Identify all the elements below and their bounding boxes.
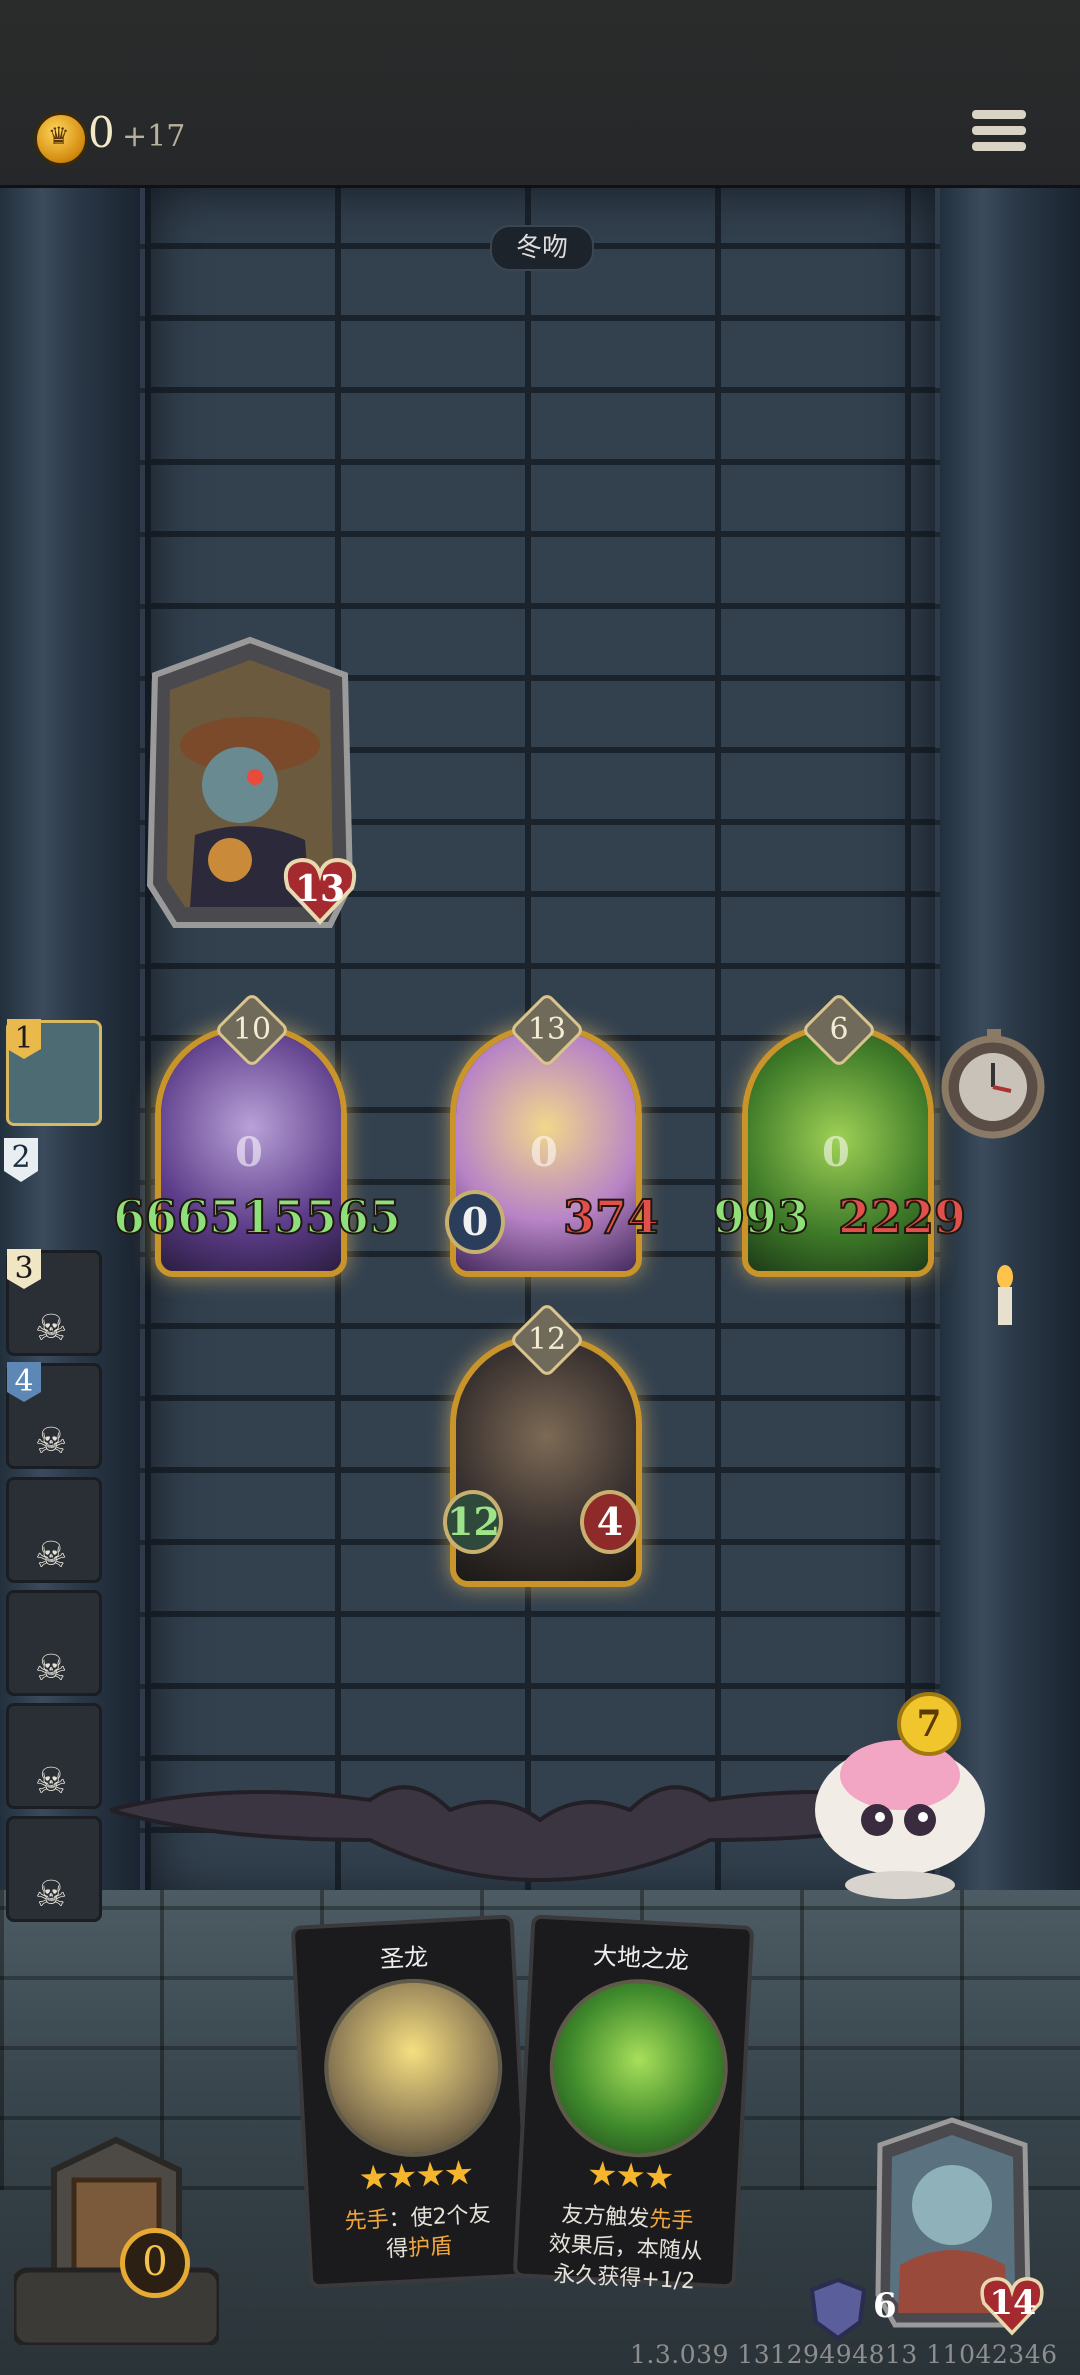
armor-value: 6 — [873, 2286, 897, 2326]
minion-tier: 12 — [527, 1322, 567, 1357]
leaderboard-slot[interactable]: 1 — [6, 1019, 102, 1126]
version-string: 1.3.039 13129494813 11042346 — [630, 2340, 1058, 2369]
gold-amount: 0 — [88, 108, 115, 157]
skull-icon: ☠ — [35, 1648, 68, 1689]
minion-health-badge: 4 — [580, 1490, 640, 1554]
minion-attack: 0 — [461, 1199, 489, 1244]
minion-shield-value: 0 — [235, 1129, 263, 1176]
top-bar — [0, 0, 1080, 188]
opponent-health-heart: 13 — [280, 850, 360, 930]
leaderboard-rank: 3 — [7, 1249, 41, 1289]
leaderboard-slot[interactable]: 3 ☠ — [6, 1249, 102, 1356]
leaderboard-slot[interactable]: ☠ — [6, 1703, 102, 1809]
skull-icon: ☠ — [35, 1308, 68, 1349]
card-name: 大地之龙 — [592, 1941, 690, 1975]
card-name: 圣龙 — [379, 1942, 429, 1974]
shop-card[interactable]: 大地之龙 ★★★ 友方触发先手 效果后，本随从 永久获得+1/2 — [512, 1914, 755, 2294]
minion-tier: 10 — [232, 1012, 272, 1047]
cupcake-mascot[interactable]: 7 — [805, 1690, 1005, 1900]
opponent-hero-portrait[interactable]: 13 — [135, 635, 365, 935]
leaderboard-slot[interactable]: ☠ — [6, 1816, 102, 1922]
skull-icon: ☠ — [35, 1761, 68, 1802]
card-art — [545, 1974, 733, 2162]
hamburger-menu-icon[interactable] — [972, 110, 1026, 156]
leaderboard-slot[interactable]: 4 ☠ — [6, 1362, 102, 1469]
treasure-chest-icon[interactable] — [11, 2130, 222, 2348]
mascot-badge: 7 — [897, 1692, 961, 1756]
card-description: 友方触发先手 效果后，本随从 永久获得+1/2 — [548, 2202, 704, 2295]
minion-attack-badge: 0 — [445, 1190, 505, 1254]
candle-right-icon — [990, 1265, 1020, 1325]
gold-income: +17 — [122, 119, 186, 154]
leaderboard-slot[interactable]: ☠ — [6, 1590, 102, 1696]
skull-icon: ☠ — [35, 1535, 68, 1576]
card-art — [319, 1974, 507, 2162]
minion-tier: 6 — [829, 1012, 849, 1047]
card-description: 先手：使2个友 得护盾 — [344, 2202, 492, 2263]
skull-icon: ☠ — [35, 1421, 68, 1462]
minion-attack: 12 — [447, 1499, 500, 1544]
crown-coin-icon — [34, 112, 88, 166]
leaderboard-rank-badge: 2 — [4, 1138, 38, 1182]
opponent-name: 冬吻 — [490, 225, 594, 271]
opponent-health: 13 — [294, 868, 346, 910]
minion-health: 2229 — [837, 1189, 967, 1245]
minion-shield-value: 0 — [530, 1129, 558, 1176]
minion-health: 374 — [562, 1189, 660, 1245]
minion-attack: 993 — [712, 1189, 810, 1245]
leaderboard-rank: 4 — [7, 1362, 41, 1402]
armor-shield-icon — [809, 2277, 867, 2341]
pocket-watch-icon — [935, 1025, 1050, 1140]
shop-card[interactable]: 圣龙 ★★★★ 先手：使2个友 得护盾 — [290, 1914, 533, 2289]
card-stars: ★★★★ — [357, 2152, 474, 2199]
minion-health: 4 — [596, 1499, 624, 1544]
minion-attack-badge: 12 — [443, 1490, 503, 1554]
minion-shield-value: 0 — [822, 1129, 850, 1176]
player-health: 14 — [989, 2283, 1037, 2323]
skull-icon: ☠ — [35, 1874, 68, 1915]
card-stars: ★★★ — [585, 2153, 674, 2199]
minion-attack: 666515565 — [112, 1189, 402, 1245]
player-leaderboard: 1 2 3 ☠ 4 ☠ ☠ ☠ ☠ ☠ — [0, 1010, 105, 1930]
leaderboard-slot[interactable]: ☠ — [6, 1477, 102, 1583]
minion-tier: 13 — [527, 1012, 567, 1047]
chest-count: 0 — [120, 2228, 190, 2298]
leaderboard-rank: 1 — [7, 1019, 41, 1059]
